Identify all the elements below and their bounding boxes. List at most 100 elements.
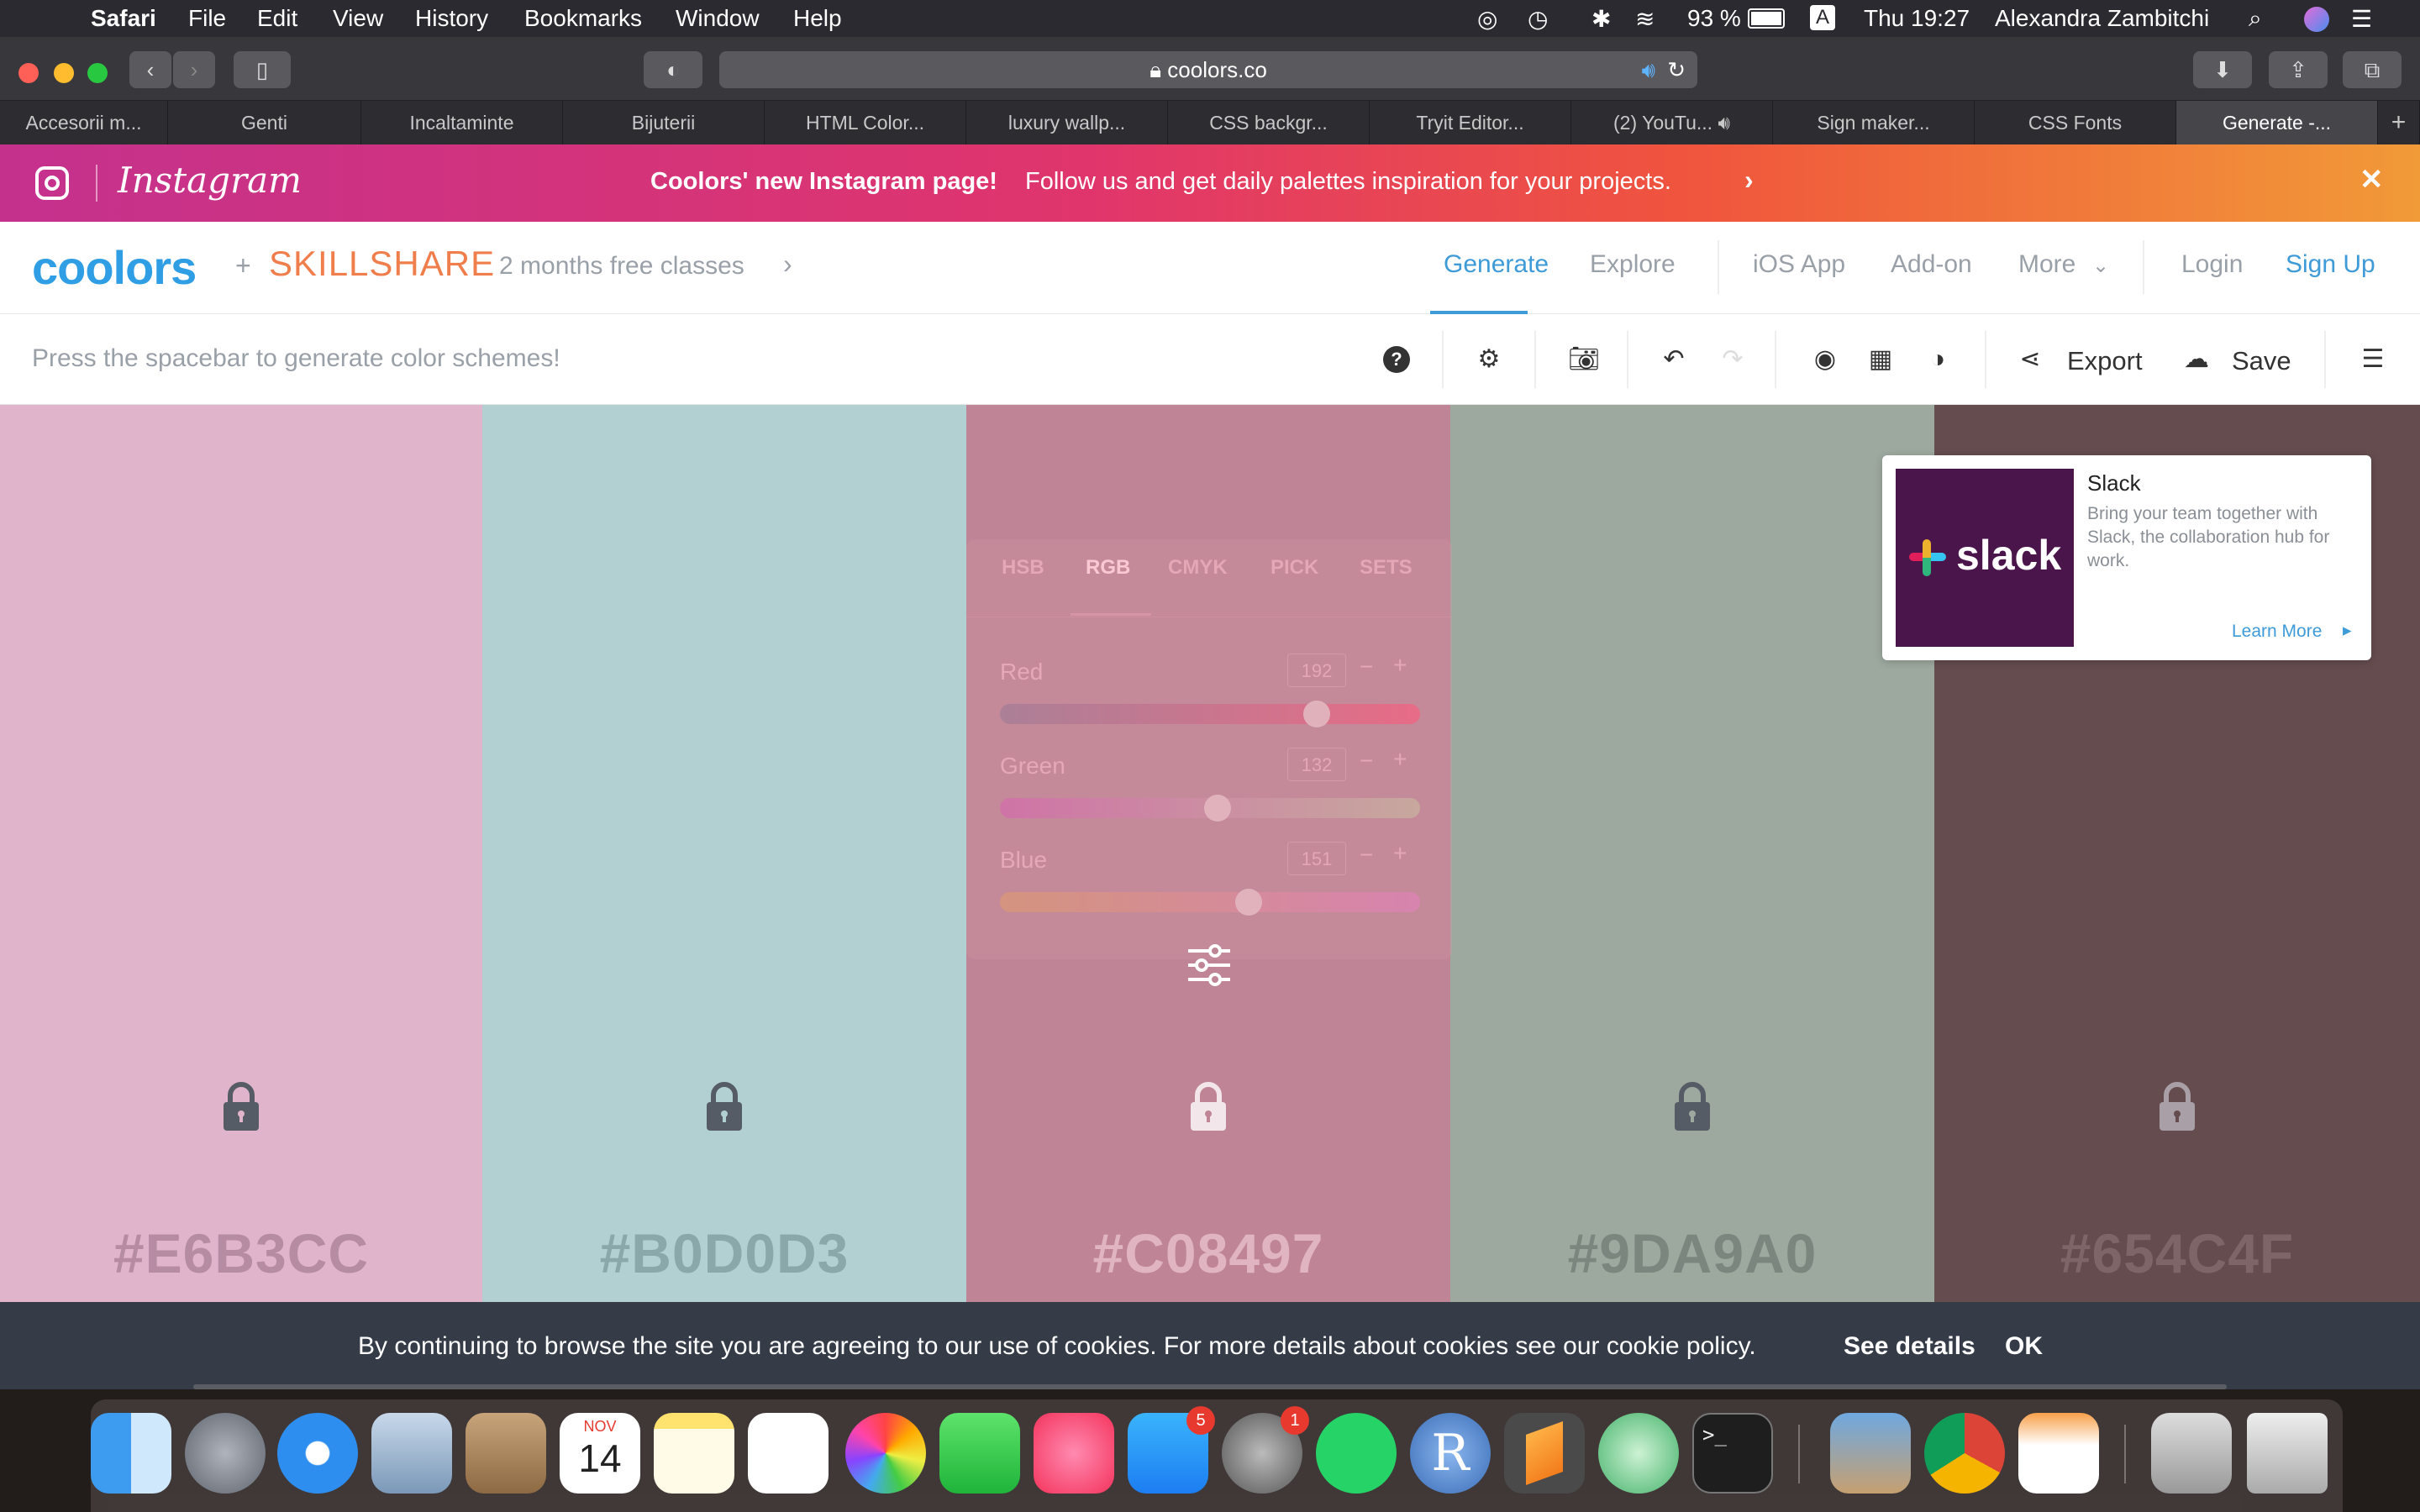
privacy-shield-icon[interactable]: ◐ [644, 51, 702, 88]
skillshare-logo[interactable]: SKILLSHARE [269, 244, 495, 284]
contrast-icon[interactable]: ◑ [1924, 346, 1951, 373]
lock-icon[interactable] [1187, 1082, 1229, 1132]
finder-icon[interactable] [91, 1413, 171, 1494]
lock-icon[interactable] [1671, 1082, 1713, 1132]
picker-tab-hsb[interactable]: HSB [1002, 556, 1044, 580]
color-column[interactable]: #9DA9A0 [1450, 405, 1934, 1302]
see-details-link[interactable]: See details [1844, 1332, 1975, 1361]
notes-icon[interactable] [654, 1413, 734, 1494]
adjust-sliders-icon[interactable] [1185, 941, 1234, 990]
reload-icon[interactable]: ↻ [1667, 51, 1686, 88]
hex-code[interactable]: #E6B3CC [0, 1221, 482, 1285]
pages-icon[interactable] [2018, 1413, 2099, 1494]
music-icon[interactable] [1034, 1413, 1114, 1494]
slack-ad-image[interactable]: slack [1896, 469, 2074, 647]
settings-gear-icon[interactable]: ⚙ [1476, 346, 1502, 373]
nav-addon[interactable]: Add-on [1891, 250, 1972, 279]
cookie-ok-button[interactable]: OK [2005, 1332, 2043, 1361]
clock[interactable]: Thu 19:27 [1864, 5, 1970, 32]
tab-sign-maker[interactable]: Sign maker... [1773, 101, 1975, 144]
decrement-button[interactable]: − [1360, 842, 1373, 869]
help-icon[interactable]: ? [1383, 346, 1410, 373]
terminal-icon[interactable]: >_ [1692, 1413, 1773, 1494]
picker-tab-sets[interactable]: SETS [1360, 556, 1413, 580]
sync-icon[interactable]: ◎ [1477, 5, 1497, 33]
increment-button[interactable]: + [1393, 840, 1407, 867]
share-icon[interactable]: ⇪ [2269, 51, 2328, 88]
ad-title[interactable]: Slack [2087, 470, 2141, 496]
view-eye-icon[interactable]: ◉ [1812, 346, 1839, 373]
tab-genti[interactable]: Genti [168, 101, 361, 144]
sublime-text-icon[interactable] [1504, 1413, 1585, 1494]
whatsapp-icon[interactable] [1316, 1413, 1397, 1494]
channel-value-input[interactable]: 192 [1287, 654, 1346, 687]
user-name[interactable]: Alexandra Zambitchi [1995, 5, 2209, 32]
audio-playing-icon[interactable]: 🔊︎ [1642, 51, 1655, 88]
facetime-icon[interactable] [939, 1413, 1020, 1494]
decrement-button[interactable]: − [1360, 654, 1373, 680]
siri-icon[interactable] [2304, 7, 2329, 32]
calculator-icon[interactable] [466, 1413, 546, 1494]
caret-right-icon[interactable]: ▸ [2343, 620, 2352, 641]
atom-icon[interactable] [1598, 1413, 1679, 1494]
mail-icon[interactable] [371, 1413, 452, 1494]
slider-thumb[interactable] [1235, 889, 1262, 916]
share-icon[interactable]: ⋖ [2017, 346, 2044, 373]
nav-more[interactable]: More [2018, 250, 2075, 279]
promo-link[interactable]: 2 months free classes [499, 252, 744, 281]
promo-chevron-icon[interactable]: › [783, 249, 792, 280]
hex-code[interactable]: #B0D0D3 [482, 1221, 966, 1285]
close-banner-button[interactable]: ✕ [2360, 163, 2384, 197]
camera-icon[interactable]: 📷︎ [1568, 346, 1600, 373]
signup-link[interactable]: Sign Up [2286, 250, 2375, 279]
picker-tab-cmyk[interactable]: CMYK [1168, 556, 1228, 580]
hex-code[interactable]: #C08497 [966, 1221, 1450, 1285]
close-window-button[interactable] [18, 63, 39, 83]
tab-css-fonts[interactable]: CSS Fonts [1975, 101, 2176, 144]
wifi-icon[interactable]: ≋ [1635, 5, 1655, 33]
decrement-button[interactable]: − [1360, 748, 1373, 774]
r-language-icon[interactable]: R [1410, 1413, 1491, 1494]
menu-help[interactable]: Help [793, 5, 842, 32]
color-picker-panel[interactable]: HSB RGB CMYK PICK SETS Red 192 − + Green… [966, 539, 1452, 959]
new-tab-button[interactable]: + [2378, 101, 2420, 144]
battery-icon[interactable] [1748, 8, 1785, 29]
red-slider-track[interactable] [1000, 701, 1420, 727]
downloads-stack-icon[interactable] [2151, 1413, 2232, 1494]
time-machine-icon[interactable]: ◷ [1528, 5, 1548, 33]
tab-overview-icon[interactable]: ⧉ [2343, 51, 2402, 88]
slider-thumb[interactable] [1302, 701, 1330, 727]
color-column[interactable]: #B0D0D3 [482, 405, 966, 1302]
coolors-logo[interactable]: coolors [32, 240, 197, 295]
notification-center-icon[interactable]: ☰ [2351, 5, 2372, 33]
app-menu[interactable]: Safari [91, 5, 156, 32]
instagram-banner[interactable]: Instagram Coolors' new Instagram page! F… [0, 144, 2420, 222]
minimize-window-button[interactable] [54, 63, 74, 83]
tab-bijuterii[interactable]: Bijuterii [563, 101, 765, 144]
channel-value-input[interactable]: 132 [1287, 748, 1346, 781]
input-source-icon[interactable]: A [1810, 5, 1835, 30]
spotlight-icon[interactable]: ⌕ [2249, 5, 2262, 33]
trash-icon[interactable] [2247, 1413, 2328, 1494]
green-slider-track[interactable] [1000, 795, 1420, 822]
reminders-icon[interactable] [748, 1413, 829, 1494]
menu-view[interactable]: View [333, 5, 383, 32]
channel-value-input[interactable]: 151 [1287, 842, 1346, 875]
safari-icon[interactable] [277, 1413, 358, 1494]
app-store-icon[interactable]: 5 [1128, 1406, 1215, 1494]
menu-history[interactable]: History [415, 5, 488, 32]
bluetooth-icon[interactable]: ✱ [1591, 5, 1611, 33]
tab-youtube[interactable]: (2) YouTu... 🔊︎ [1571, 101, 1773, 144]
tab-luxury-wallpaper[interactable]: luxury wallp... [966, 101, 1168, 144]
tab-generate[interactable]: Generate -... [2176, 101, 2378, 144]
color-column[interactable]: #E6B3CC [0, 405, 482, 1302]
cloud-upload-icon[interactable]: ☁ [2183, 346, 2210, 373]
tab-audio-icon[interactable]: 🔊︎ [1718, 112, 1730, 134]
sidebar-toggle-icon[interactable]: ▯ [234, 51, 291, 88]
lock-icon[interactable] [703, 1082, 745, 1132]
increment-button[interactable]: + [1393, 652, 1407, 679]
lock-icon[interactable] [220, 1082, 262, 1132]
picker-tab-pick[interactable]: PICK [1270, 556, 1318, 580]
forward-button[interactable]: › [173, 51, 215, 88]
login-link[interactable]: Login [2181, 250, 2243, 279]
